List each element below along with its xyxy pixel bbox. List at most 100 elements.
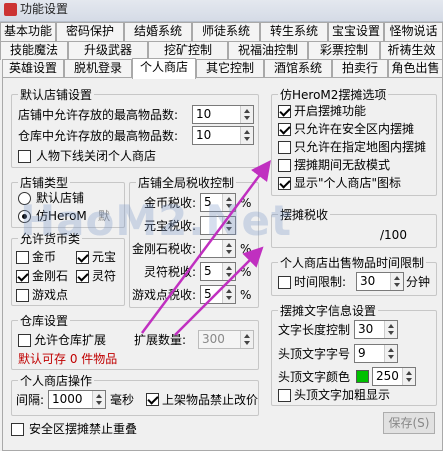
- imitate-heroM-radio[interactable]: [18, 210, 31, 223]
- spin-icon[interactable]: [222, 217, 235, 234]
- save-button[interactable]: 保存(S): [383, 412, 435, 434]
- warehouse-max-input[interactable]: 10: [192, 126, 254, 145]
- spin-icon[interactable]: [222, 194, 235, 211]
- stall-icon-checkbox[interactable]: [278, 177, 291, 190]
- time-limit-legend: 个人商店出售物品时间限制: [278, 254, 427, 271]
- time-limit-group: 个人商店出售物品时间限制 时间限制: 30 分钟: [271, 254, 437, 296]
- no-edit-price-checkbox[interactable]: [146, 393, 159, 406]
- stall-icon-label: 显示"个人商店"图标: [294, 176, 402, 190]
- tax-talisman-input[interactable]: 5: [200, 262, 236, 281]
- spin-icon[interactable]: [222, 263, 235, 280]
- interval-input[interactable]: 1000: [48, 390, 106, 409]
- text-color-swatch[interactable]: [356, 370, 369, 383]
- tab-rebirth[interactable]: 转生系统: [260, 22, 328, 41]
- currency-gamepoint-checkbox[interactable]: [16, 289, 29, 302]
- spin-icon[interactable]: [390, 273, 403, 290]
- tab-tavern[interactable]: 酒馆系统: [264, 59, 332, 78]
- spin-icon[interactable]: [222, 286, 235, 303]
- tax-gamepoint-unit: %: [240, 288, 252, 302]
- spin-icon[interactable]: [222, 240, 235, 257]
- expand-count-label: 扩展数量:: [134, 333, 187, 347]
- no-edit-price-label: 上架物品禁止改价: [162, 393, 259, 407]
- text-color-input[interactable]: 250: [372, 367, 416, 386]
- text-bold-checkbox[interactable]: [278, 389, 291, 402]
- stall-text-group: 摆摊文字信息设置 文字长度控制 30 头顶文字字号 9 头顶文字颜色 250 头…: [271, 302, 437, 406]
- currency-talisman-checkbox[interactable]: [76, 270, 89, 283]
- tab-personal-shop[interactable]: 个人商店: [132, 58, 196, 79]
- shop-type-legend: 店铺类型: [18, 174, 71, 191]
- currency-gold-checkbox[interactable]: [16, 251, 29, 264]
- tab-hero[interactable]: 英雄设置: [2, 59, 64, 78]
- warehouse-group: 仓库设置 允许仓库扩展 扩展数量: 300 默认可存 0 件物品: [11, 312, 259, 370]
- spin-icon[interactable]: [384, 321, 397, 338]
- tab-offline-login[interactable]: 脱机登录: [64, 59, 132, 78]
- tax-gold-value: 5: [204, 195, 212, 209]
- stall-map-checkbox[interactable]: [278, 141, 291, 154]
- tax-yuanbao-input[interactable]: [200, 216, 236, 235]
- imitate-stall-legend: 仿HeroM2摆摊选项: [278, 86, 389, 103]
- currency-yuanbao-checkbox[interactable]: [76, 251, 89, 264]
- tax-legend: 店铺全局税收控制: [136, 174, 237, 191]
- tab-bless-oil[interactable]: 祝福油控制: [228, 41, 308, 60]
- stall-tax-group: 摆摊税收 /100: [271, 206, 437, 248]
- text-size-value: 9: [358, 346, 366, 360]
- stall-invincible-label: 摆摊期间无敌模式: [294, 158, 391, 172]
- spin-icon[interactable]: [384, 345, 397, 362]
- warehouse-expand-checkbox[interactable]: [18, 334, 31, 347]
- safe-zone-overlap-checkbox[interactable]: [11, 423, 24, 436]
- safe-zone-overlap-label: 安全区摆摊禁止重叠: [29, 422, 138, 436]
- tab-pray[interactable]: 祈祷生效: [380, 41, 443, 60]
- tab-password[interactable]: 密码保护: [56, 22, 124, 41]
- tax-gamepoint-value: 5: [204, 287, 212, 301]
- spin-icon[interactable]: [240, 127, 253, 144]
- default-shop-radio[interactable]: [18, 192, 31, 205]
- tab-pet[interactable]: 宝宝设置: [328, 22, 384, 41]
- spin-icon[interactable]: [240, 106, 253, 123]
- tax-talisman-label: 灵符税收:: [144, 265, 197, 279]
- default-shop-legend: 默认店铺设置: [18, 86, 95, 103]
- tab-monster-talk[interactable]: 怪物说话: [384, 22, 443, 41]
- imitate-stall-group: 仿HeroM2摆摊选项 开启摆摊功能 只允许在安全区内摆摊 只允许在指定地图内摆…: [271, 86, 437, 196]
- tax-gamepoint-input[interactable]: 5: [200, 285, 236, 304]
- stall-safezone-checkbox[interactable]: [278, 123, 291, 136]
- stall-invincible-checkbox[interactable]: [278, 159, 291, 172]
- warehouse-note: 默认可存 0 件物品: [18, 352, 118, 366]
- default-shop-group: 默认店铺设置 店铺中允许存放的最高物品数: 10 仓库中允许存放的最高物品数: …: [11, 86, 259, 168]
- tab-other-control[interactable]: 其它控制: [196, 59, 264, 78]
- title-bar: 功能设置: [0, 0, 443, 22]
- shop-max-input[interactable]: 10: [192, 105, 254, 124]
- time-limit-checkbox[interactable]: [278, 276, 291, 289]
- tax-diamond-input[interactable]: [200, 239, 236, 258]
- tax-diamond-label: 金刚石税收:: [132, 242, 197, 256]
- tax-group: 店铺全局税收控制 金币税收: 5 % 元宝税收: 金刚石税收: % 灵符税收: …: [129, 174, 259, 308]
- interval-unit: 毫秒: [110, 393, 135, 407]
- tab-basic[interactable]: 基本功能: [0, 22, 56, 41]
- currency-diamond-checkbox[interactable]: [16, 270, 29, 283]
- stall-safezone-label: 只允许在安全区内摆摊: [294, 122, 415, 136]
- tab-master[interactable]: 师徒系统: [192, 22, 260, 41]
- tax-talisman-value: 5: [204, 264, 212, 278]
- tab-lottery[interactable]: 彩票控制: [308, 41, 380, 60]
- tab-row-3: 英雄设置 脱机登录 个人商店 其它控制 酒馆系统 拍卖行 角色出售: [0, 58, 443, 79]
- stall-text-legend: 摆摊文字信息设置: [278, 302, 379, 319]
- currency-talisman-label: 灵符: [92, 269, 117, 283]
- text-length-input[interactable]: 30: [354, 320, 398, 339]
- spin-icon[interactable]: [240, 331, 253, 348]
- text-size-input[interactable]: 9: [354, 344, 398, 363]
- stall-enable-checkbox[interactable]: [278, 105, 291, 118]
- personal-shop-panel: 默认店铺设置 店铺中允许存放的最高物品数: 10 仓库中允许存放的最高物品数: …: [2, 77, 443, 451]
- tax-gold-input[interactable]: 5: [200, 193, 236, 212]
- text-color-value: 250: [376, 369, 399, 383]
- time-limit-input[interactable]: 30: [356, 272, 404, 291]
- tab-skill[interactable]: 技能魔法: [0, 41, 68, 60]
- spin-icon[interactable]: [92, 391, 105, 408]
- tab-auction[interactable]: 拍卖行: [332, 59, 388, 78]
- stall-tax-suffix: /100: [380, 228, 407, 242]
- offline-close-checkbox[interactable]: [18, 150, 31, 163]
- tab-row-1: 基本功能 密码保护 结婚系统 师徒系统 转生系统 宝宝设置 怪物说话: [0, 22, 443, 41]
- tab-role-sale[interactable]: 角色出售: [388, 59, 443, 78]
- shop-max-label: 店铺中允许存放的最高物品数:: [18, 108, 179, 122]
- expand-count-input[interactable]: 300: [198, 330, 254, 349]
- tab-marriage[interactable]: 结婚系统: [124, 22, 192, 41]
- spin-icon[interactable]: [402, 368, 415, 385]
